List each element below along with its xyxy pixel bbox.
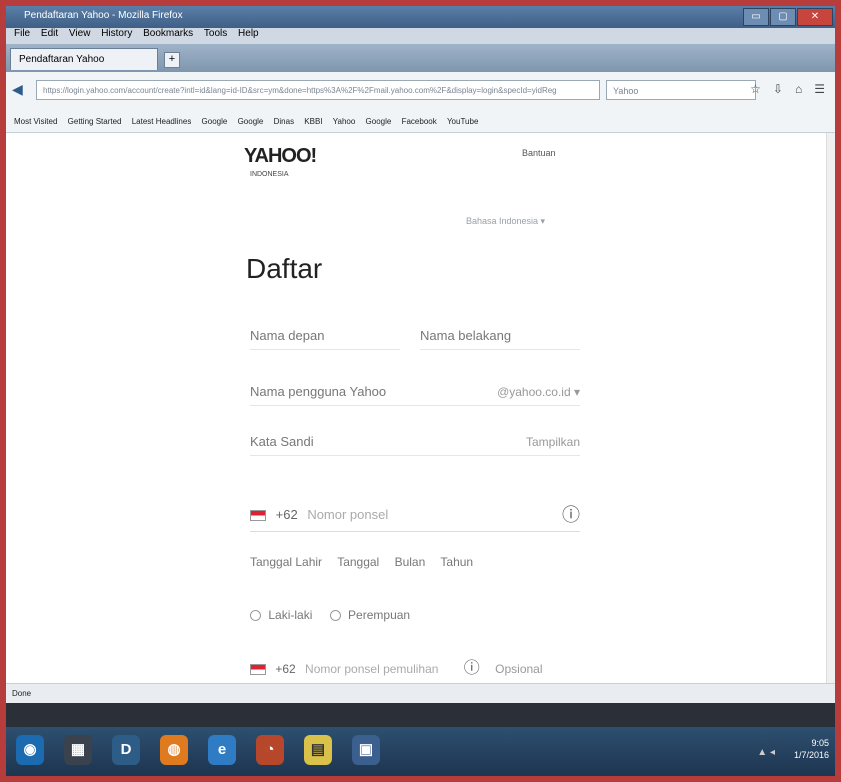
toolbar-icons: ☆ ⇩ ⌂ ☰ <box>750 82 825 96</box>
optional-label: Opsional <box>495 662 543 676</box>
bookmark-star-icon[interactable]: ☆ <box>750 82 761 96</box>
app-d-icon[interactable]: D <box>112 735 140 765</box>
recovery-phone-placeholder: Nomor ponsel pemulihan <box>305 662 439 676</box>
bookmark-item[interactable]: Dinas <box>274 112 294 132</box>
first-name-field[interactable]: Nama depan <box>250 323 400 350</box>
start-button-icon[interactable]: ◉ <box>16 735 44 765</box>
dob-label: Tanggal Lahir <box>250 555 323 569</box>
bookmarks-bar: Most Visited Getting Started Latest Head… <box>6 112 835 133</box>
flag-icon[interactable] <box>250 664 266 676</box>
page-content: YAHOO! INDONESIA Bantuan Bahasa Indonesi… <box>6 133 835 683</box>
internet-explorer-icon[interactable]: e <box>208 735 236 765</box>
bookmark-item[interactable]: Most Visited <box>14 112 57 132</box>
app-icon[interactable]: ▦ <box>64 735 92 765</box>
recovery-phone-field[interactable]: +62 Nomor ponsel pemulihan ⓘ Opsional <box>250 653 580 685</box>
navigation-bar: ◀ https://login.yahoo.com/account/create… <box>6 72 835 113</box>
recovery-info-icon[interactable]: ⓘ <box>464 660 480 677</box>
yahoo-logo[interactable]: YAHOO! <box>244 145 317 168</box>
menu-tools[interactable]: Tools <box>204 28 227 39</box>
chrome-icon[interactable]: ◔ <box>256 735 284 765</box>
menu-file[interactable]: File <box>14 28 30 39</box>
url-bar[interactable]: https://login.yahoo.com/account/create?i… <box>36 80 600 100</box>
window-title: Pendaftaran Yahoo - Mozilla Firefox <box>24 10 183 21</box>
radio-female-icon[interactable] <box>329 610 341 622</box>
bookmark-item[interactable]: Yahoo <box>333 112 356 132</box>
folder-icon[interactable]: ▤ <box>304 735 332 765</box>
password-label: Kata Sandi <box>250 434 314 449</box>
bookmark-item[interactable]: Google <box>202 112 228 132</box>
taskbar-icons: ◉ ▦ D ◍ e ◔ ▤ ▣ <box>16 735 380 765</box>
download-icon[interactable]: ⇩ <box>773 82 783 96</box>
radio-male-icon[interactable] <box>250 610 261 622</box>
gender-female-label[interactable]: Perempuan <box>348 608 410 622</box>
last-name-field[interactable]: Nama belakang <box>420 323 580 350</box>
bookmark-item[interactable]: Google <box>366 112 392 132</box>
clock[interactable]: 9:05 1/7/2016 <box>794 737 829 761</box>
password-field[interactable]: Kata Sandi Tampilkan <box>250 429 580 456</box>
menu-help[interactable]: Help <box>238 28 259 39</box>
menu-edit[interactable]: Edit <box>41 28 58 39</box>
menu-history[interactable]: History <box>101 28 132 39</box>
window-bottom-strip <box>6 703 835 727</box>
system-tray[interactable]: ▲ ◂ <box>757 747 775 758</box>
window-controls: ▭ ▢ ✕ <box>743 8 833 26</box>
gender-row: Laki-laki Perempuan <box>250 608 410 622</box>
birthdate-row: Tanggal Lahir Tanggal Bulan Tahun <box>250 555 485 569</box>
page-scrollbar[interactable] <box>826 133 835 683</box>
language-select[interactable]: Bahasa Indonesia ▾ <box>466 216 545 227</box>
logo-subtitle: INDONESIA <box>250 171 289 178</box>
bookmark-item[interactable]: Google <box>238 112 264 132</box>
phone-placeholder: Nomor ponsel <box>307 507 389 522</box>
page-title: Daftar <box>246 253 323 284</box>
tab-pendaftaran-yahoo[interactable]: Pendaftaran Yahoo <box>10 48 158 70</box>
document-icon[interactable]: ▣ <box>352 735 380 765</box>
bookmark-item[interactable]: Facebook <box>402 112 437 132</box>
month-select[interactable]: Bulan <box>395 555 426 569</box>
title-bar: Pendaftaran Yahoo - Mozilla Firefox ▭ ▢ … <box>6 6 835 28</box>
show-password-link[interactable]: Tampilkan <box>526 429 580 455</box>
phone-field[interactable]: +62 Nomor ponsel ⓘ <box>250 499 580 532</box>
maximize-button[interactable]: ▢ <box>770 8 796 26</box>
username-field[interactable]: Nama pengguna Yahoo @yahoo.co.id ▾ <box>250 379 580 406</box>
clock-date: 1/7/2016 <box>793 750 829 760</box>
status-text: Done <box>12 689 32 698</box>
recovery-country-code[interactable]: +62 <box>275 662 295 676</box>
minimize-button[interactable]: ▭ <box>743 8 769 26</box>
day-select[interactable]: Tanggal <box>337 555 379 569</box>
domain-select[interactable]: @yahoo.co.id ▾ <box>497 379 580 405</box>
country-code[interactable]: +62 <box>276 507 298 522</box>
browser-window: Pendaftaran Yahoo - Mozilla Firefox ▭ ▢ … <box>6 6 835 776</box>
taskbar: ◉ ▦ D ◍ e ◔ ▤ ▣ ▲ ◂ 9:05 1/7/2016 <box>6 727 835 776</box>
menu-view[interactable]: View <box>69 28 91 39</box>
flag-icon[interactable] <box>250 510 266 522</box>
close-button[interactable]: ✕ <box>797 8 833 26</box>
bookmark-item[interactable]: KBBI <box>304 112 322 132</box>
bookmark-item[interactable]: Latest Headlines <box>132 112 192 132</box>
bookmark-item[interactable]: YouTube <box>447 112 478 132</box>
home-icon[interactable]: ⌂ <box>795 82 802 96</box>
year-select[interactable]: Tahun <box>440 555 473 569</box>
menu-bar: File Edit View History Bookmarks Tools H… <box>6 28 835 44</box>
username-label: Nama pengguna Yahoo <box>250 384 387 399</box>
search-input[interactable]: Yahoo <box>606 80 756 100</box>
tab-bar: Pendaftaran Yahoo + <box>6 44 835 72</box>
bookmark-item[interactable]: Getting Started <box>68 112 122 132</box>
menu-icon[interactable]: ☰ <box>814 82 825 96</box>
info-icon[interactable]: ⓘ <box>562 499 580 531</box>
firefox-icon[interactable]: ◍ <box>160 735 188 765</box>
gender-male-label[interactable]: Laki-laki <box>268 608 312 622</box>
help-link[interactable]: Bantuan <box>522 148 556 158</box>
new-tab-button[interactable]: + <box>164 52 180 68</box>
menu-bookmarks[interactable]: Bookmarks <box>143 28 193 39</box>
status-bar: Done <box>6 683 835 704</box>
back-icon[interactable]: ◀ <box>12 81 23 98</box>
clock-time: 9:05 <box>811 738 829 748</box>
